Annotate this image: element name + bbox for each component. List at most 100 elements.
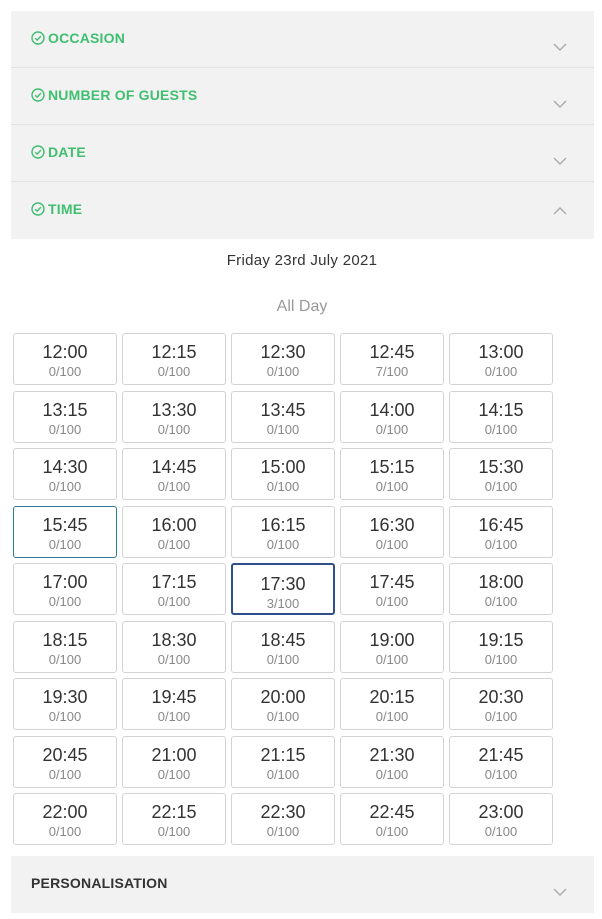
slot-time: 23:00 bbox=[478, 802, 524, 822]
time-slot-button[interactable]: 18:30 0/100 bbox=[122, 620, 226, 673]
personalisation-section-header[interactable]: PERSONALISATION bbox=[11, 856, 594, 913]
slot-time: 14:45 bbox=[151, 457, 197, 477]
slot-capacity: 7/100 bbox=[375, 364, 409, 379]
time-slot-button[interactable]: 17:30 3/100 bbox=[231, 563, 335, 615]
slot-capacity: 0/100 bbox=[484, 594, 518, 609]
slot-time: 21:30 bbox=[369, 744, 415, 765]
time-slot-button[interactable]: 12:30 0/100 bbox=[231, 333, 335, 385]
slot-capacity: 0/100 bbox=[48, 421, 82, 437]
slot-time: 19:30 bbox=[42, 687, 88, 707]
time-slot-button[interactable]: 22:45 0/100 bbox=[340, 793, 444, 845]
slot-capacity: 0/100 bbox=[484, 651, 518, 667]
slot-capacity: 0/100 bbox=[375, 421, 409, 437]
slot-time: 15:00 bbox=[260, 457, 306, 477]
slot-time: 21:45 bbox=[478, 744, 524, 765]
time-slot-button[interactable]: 14:15 0/100 bbox=[449, 390, 553, 443]
slot-capacity: 0/100 bbox=[157, 651, 191, 667]
slot-time: 14:30 bbox=[42, 457, 88, 477]
time-slot-button[interactable]: 13:30 0/100 bbox=[122, 390, 226, 443]
time-slot-button[interactable]: 19:00 0/100 bbox=[340, 620, 444, 673]
time-slot-button[interactable]: 14:30 0/100 bbox=[13, 448, 117, 500]
slot-capacity: 0/100 bbox=[375, 651, 409, 667]
slot-capacity: 0/100 bbox=[48, 536, 82, 552]
slot-time: 13:00 bbox=[478, 342, 524, 362]
time-slot-button[interactable]: 20:30 0/100 bbox=[449, 678, 553, 730]
time-slot-button[interactable]: 19:15 0/100 bbox=[449, 620, 553, 673]
occasion-label: OCCASION bbox=[48, 30, 126, 46]
slot-capacity: 0/100 bbox=[266, 479, 300, 494]
slot-capacity: 0/100 bbox=[266, 364, 300, 379]
time-slot-button[interactable]: 22:30 0/100 bbox=[231, 793, 335, 845]
time-slot-button[interactable]: 13:15 0/100 bbox=[13, 390, 117, 443]
check-circle-icon bbox=[31, 88, 45, 102]
time-slot-button[interactable]: 17:45 0/100 bbox=[340, 563, 444, 615]
time-slot-button[interactable]: 12:15 0/100 bbox=[122, 333, 226, 385]
slot-time: 20:30 bbox=[478, 687, 524, 707]
occasion-section-header[interactable]: OCCASION bbox=[11, 11, 594, 68]
date-section-header[interactable]: DATE bbox=[11, 125, 594, 182]
time-slot-button[interactable]: 20:15 0/100 bbox=[340, 678, 444, 730]
time-slot-button[interactable]: 18:45 0/100 bbox=[231, 620, 335, 673]
slot-time: 19:45 bbox=[151, 687, 197, 707]
booking-accordion: OCCASION NUMBER OF GUESTS DATE TIME bbox=[11, 11, 594, 239]
slot-time: 12:15 bbox=[151, 342, 197, 362]
time-slot-button[interactable]: 12:00 0/100 bbox=[13, 333, 117, 385]
slot-capacity: 0/100 bbox=[484, 824, 518, 839]
time-slot-button[interactable]: 14:45 0/100 bbox=[122, 448, 226, 500]
check-circle-icon bbox=[31, 202, 45, 216]
guests-section-header[interactable]: NUMBER OF GUESTS bbox=[11, 68, 594, 125]
time-slot-button[interactable]: 19:45 0/100 bbox=[122, 678, 226, 730]
time-slot-button[interactable]: 18:00 0/100 bbox=[449, 563, 553, 615]
time-slot-button[interactable]: 16:45 0/100 bbox=[449, 505, 553, 558]
check-circle-icon bbox=[31, 145, 45, 159]
time-slot-button[interactable]: 23:00 0/100 bbox=[449, 793, 553, 845]
time-slot-button[interactable]: 17:00 0/100 bbox=[13, 563, 117, 615]
slot-capacity: 0/100 bbox=[157, 536, 191, 552]
slot-capacity: 0/100 bbox=[375, 479, 409, 494]
time-slot-button[interactable]: 22:15 0/100 bbox=[122, 793, 226, 845]
chevron-down-icon bbox=[553, 100, 567, 108]
time-slot-button[interactable]: 17:15 0/100 bbox=[122, 563, 226, 615]
time-slot-button[interactable]: 21:15 0/100 bbox=[231, 735, 335, 788]
time-section-header[interactable]: TIME bbox=[11, 182, 594, 239]
slot-time: 20:45 bbox=[42, 744, 88, 765]
guests-label: NUMBER OF GUESTS bbox=[48, 87, 198, 103]
time-slot-button[interactable]: 18:15 0/100 bbox=[13, 620, 117, 673]
time-slot-button[interactable]: 22:00 0/100 bbox=[13, 793, 117, 845]
time-slot-button[interactable]: 12:45 7/100 bbox=[340, 333, 444, 385]
slot-capacity: 0/100 bbox=[266, 536, 300, 552]
time-slot-button[interactable]: 16:00 0/100 bbox=[122, 505, 226, 558]
slot-capacity: 0/100 bbox=[484, 709, 518, 724]
slot-capacity: 3/100 bbox=[266, 596, 300, 611]
time-slot-button[interactable]: 13:00 0/100 bbox=[449, 333, 553, 385]
slot-time: 20:00 bbox=[260, 687, 306, 707]
slot-capacity: 0/100 bbox=[266, 824, 300, 839]
slot-time: 14:15 bbox=[478, 399, 524, 420]
slot-capacity: 0/100 bbox=[157, 824, 191, 839]
slot-time: 12:45 bbox=[369, 342, 415, 362]
slot-capacity: 0/100 bbox=[375, 766, 409, 782]
time-slot-button[interactable]: 21:45 0/100 bbox=[449, 735, 553, 788]
time-slot-button[interactable]: 16:30 0/100 bbox=[340, 505, 444, 558]
time-slot-button[interactable]: 14:00 0/100 bbox=[340, 390, 444, 443]
slot-time: 22:15 bbox=[151, 802, 197, 822]
time-slot-button[interactable]: 20:45 0/100 bbox=[13, 735, 117, 788]
time-slot-button[interactable]: 16:15 0/100 bbox=[231, 505, 335, 558]
time-slot-button[interactable]: 15:15 0/100 bbox=[340, 448, 444, 500]
slot-time: 21:00 bbox=[151, 744, 197, 765]
chevron-up-icon bbox=[553, 207, 567, 215]
chevron-down-icon bbox=[553, 888, 567, 896]
time-label: TIME bbox=[48, 201, 83, 217]
time-slot-button[interactable]: 21:30 0/100 bbox=[340, 735, 444, 788]
slot-capacity: 0/100 bbox=[484, 421, 518, 437]
slot-time: 17:45 bbox=[369, 572, 415, 592]
time-slot-button[interactable]: 15:30 0/100 bbox=[449, 448, 553, 500]
time-slot-button[interactable]: 21:00 0/100 bbox=[122, 735, 226, 788]
slot-capacity: 0/100 bbox=[484, 536, 518, 552]
time-slot-button[interactable]: 15:45 0/100 bbox=[13, 505, 117, 558]
time-slot-button[interactable]: 13:45 0/100 bbox=[231, 390, 335, 443]
time-slot-grid: 12:00 0/100 12:15 0/100 12:30 0/100 12:45 7/100… bbox=[13, 333, 553, 845]
time-slot-button[interactable]: 19:30 0/100 bbox=[13, 678, 117, 730]
time-slot-button[interactable]: 20:00 0/100 bbox=[231, 678, 335, 730]
time-slot-button[interactable]: 15:00 0/100 bbox=[231, 448, 335, 500]
